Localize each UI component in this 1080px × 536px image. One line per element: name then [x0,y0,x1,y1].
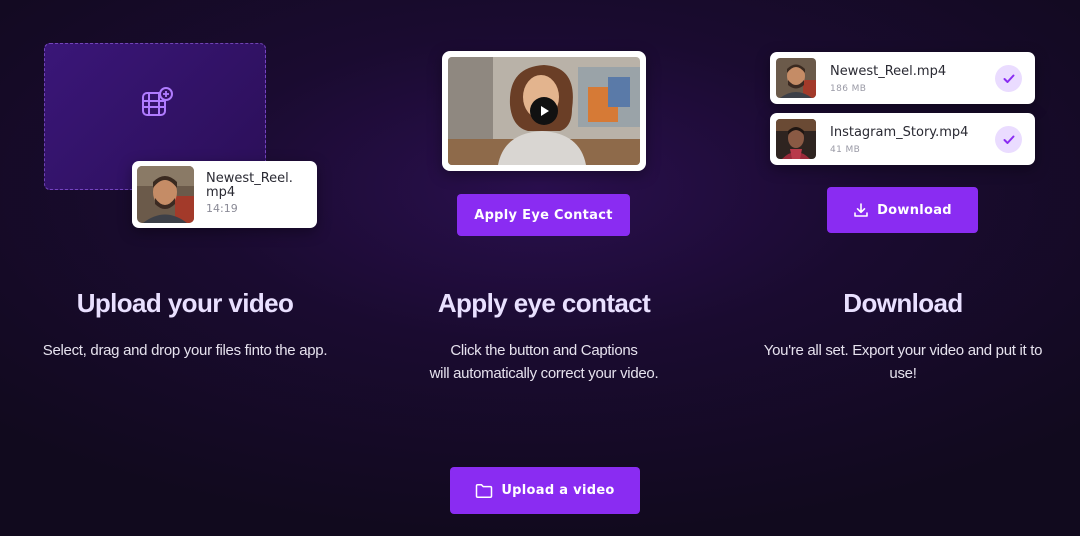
folder-icon [476,483,493,498]
step-title-eye-contact: Apply eye contact [437,288,651,318]
check-icon [1003,135,1014,144]
step-description-download: You're all set. Export your video and pu… [733,339,1073,385]
play-button[interactable] [530,97,558,125]
step-description-upload: Select, drag and drop your files finto t… [42,342,328,359]
step-description-line: You're all set. Export your video and pu… [763,342,1043,359]
play-icon [541,106,549,116]
download-file-name: Instagram_Story.mp4 [830,125,969,140]
file-duration: 14:19 [206,202,238,215]
download-file-card: Newest_Reel.mp4 186 MB [770,52,1035,104]
apply-eye-contact-label: Apply Eye Contact [474,207,613,223]
download-button-label: Download [877,202,952,218]
download-file-size: 186 MB [830,84,867,94]
apply-eye-contact-button[interactable]: Apply Eye Contact [457,194,630,236]
download-icon [854,203,868,217]
step-description-line: will automatically correct your video. [429,365,659,382]
video-thumbnail [137,166,194,223]
download-file-name: Newest_Reel.mp4 [830,64,947,79]
check-badge [995,126,1022,153]
step-title-upload: Upload your video [76,288,294,318]
file-name: Newest_Reel. mp4 [206,171,293,200]
step-description-line: Click the button and Captions [450,342,638,359]
download-file-card: Instagram_Story.mp4 41 MB [770,113,1035,165]
video-thumbnail [776,58,816,98]
download-button[interactable]: Download [827,187,978,233]
upload-video-button[interactable]: Upload a video [450,467,640,514]
upload-video-label: Upload a video [501,483,615,498]
video-add-icon [142,87,173,116]
check-icon [1003,74,1014,83]
uploaded-file-card: Newest_Reel. mp4 14:19 [132,161,317,228]
check-badge [995,65,1022,92]
step-description-line: use! [889,365,917,382]
video-thumbnail [776,119,816,159]
download-file-size: 41 MB [830,145,861,155]
step-title-download: Download [843,288,963,318]
step-description-eye-contact: Click the button and Captions will autom… [374,339,714,385]
